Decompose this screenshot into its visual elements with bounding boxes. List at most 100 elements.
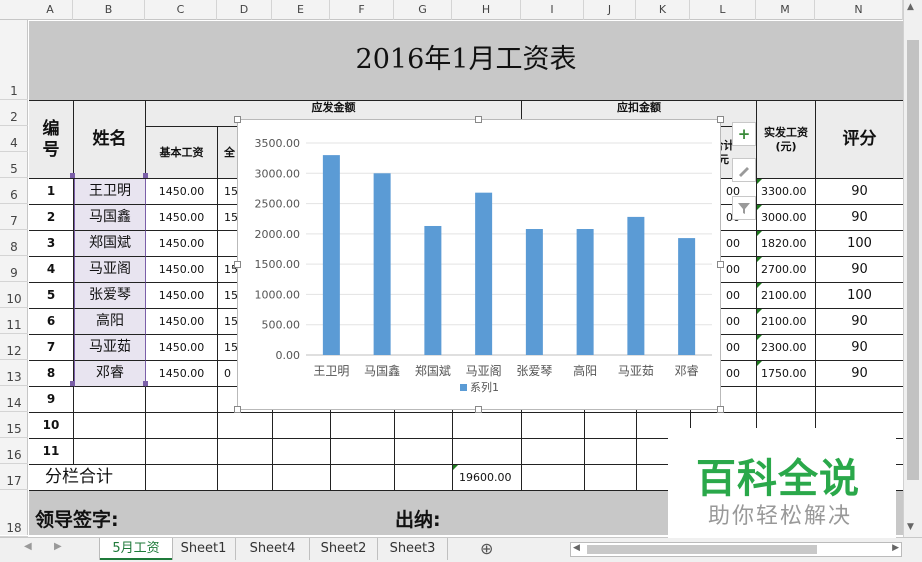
chart-resize-handle[interactable] [475, 406, 482, 413]
cell-base[interactable]: 1450.00 [146, 309, 218, 335]
cell-empty[interactable] [522, 439, 585, 465]
row-header-8[interactable]: 8 [0, 230, 28, 256]
cell-no[interactable]: 2 [29, 205, 74, 231]
column-header-c[interactable]: C [145, 0, 217, 20]
selection-handle[interactable] [143, 173, 148, 178]
sheet-tab-3[interactable]: Sheet2 [310, 538, 378, 560]
cell-empty[interactable] [218, 413, 273, 439]
cell-score[interactable]: 90 [816, 205, 903, 231]
cell-empty[interactable] [395, 465, 453, 491]
sheet-tab-4[interactable]: Sheet3 [378, 538, 448, 560]
bar[interactable] [525, 229, 543, 355]
sheet-tab-2[interactable]: Sheet4 [236, 538, 310, 560]
cell-net[interactable]: 1750.00 [757, 361, 816, 387]
selection-handle[interactable] [143, 381, 148, 386]
cell-empty[interactable] [453, 413, 522, 439]
header-name[interactable]: 姓名 [74, 101, 146, 179]
cell-base[interactable]: 1450.00 [146, 335, 218, 361]
column-header-i[interactable]: I [521, 0, 584, 20]
row-header-10[interactable]: 10 [0, 282, 28, 308]
cell-empty[interactable] [273, 465, 331, 491]
row-header-15[interactable]: 15 [0, 412, 28, 438]
header-base[interactable]: 基本工资 [146, 127, 218, 179]
row-header-17[interactable]: 17 [0, 464, 28, 490]
bar[interactable] [373, 173, 391, 355]
sheet-tab-1[interactable]: Sheet1 [172, 538, 236, 560]
cell-empty[interactable] [218, 465, 273, 491]
bar[interactable] [424, 225, 442, 355]
cell-net[interactable]: 2700.00 [757, 257, 816, 283]
cell-net[interactable]: 2100.00 [757, 309, 816, 335]
cell-empty[interactable] [146, 439, 218, 465]
column-header-j[interactable]: J [584, 0, 636, 20]
column-header-m[interactable]: M [756, 0, 815, 20]
row-header-13[interactable]: 13 [0, 360, 28, 386]
cell-empty[interactable] [331, 413, 395, 439]
cell-empty[interactable] [146, 465, 218, 491]
cell-empty[interactable] [585, 439, 637, 465]
cell-score[interactable]: 90 [816, 361, 903, 387]
cell-no[interactable]: 1 [29, 179, 74, 205]
row-header-9[interactable]: 9 [0, 256, 28, 282]
row-header-12[interactable]: 12 [0, 334, 28, 360]
cell-empty[interactable] [273, 439, 331, 465]
vertical-scrollbar[interactable]: ▲ ▼ [903, 0, 922, 537]
cell-name[interactable]: 张爱琴 [74, 283, 146, 309]
row-header-2[interactable]: 2 [0, 100, 28, 126]
chart-resize-handle[interactable] [717, 261, 724, 268]
chart-resize-handle[interactable] [234, 261, 241, 268]
cell-empty[interactable] [218, 439, 273, 465]
cell-base[interactable]: 1450.00 [146, 231, 218, 257]
column-header-e[interactable]: E [272, 0, 330, 20]
chart-resize-handle[interactable] [475, 116, 482, 123]
cell-empty[interactable] [522, 413, 585, 439]
cell-empty[interactable] [74, 387, 146, 413]
cell-base[interactable]: 1450.00 [146, 179, 218, 205]
header-net[interactable]: 实发工资 (元) [757, 101, 816, 179]
row-header-1[interactable]: 1 [0, 20, 28, 100]
column-header-d[interactable]: D [217, 0, 272, 20]
cell-no[interactable]: 11 [29, 439, 74, 465]
cell-net[interactable]: 2300.00 [757, 335, 816, 361]
selection-handle[interactable] [70, 173, 75, 178]
cell-score[interactable]: 90 [816, 179, 903, 205]
scroll-right-icon[interactable]: ▶ [892, 543, 899, 553]
bar[interactable] [475, 192, 493, 355]
cell-empty[interactable] [74, 439, 146, 465]
cell-empty[interactable] [816, 387, 903, 413]
bar[interactable] [678, 238, 696, 355]
column-header-h[interactable]: H [452, 0, 521, 20]
cell-score[interactable]: 90 [816, 309, 903, 335]
bar[interactable] [576, 229, 594, 355]
row-header-4[interactable]: 4 [0, 126, 28, 152]
cell-empty[interactable] [585, 465, 637, 491]
cell-empty[interactable] [395, 439, 453, 465]
chart-resize-handle[interactable] [717, 406, 724, 413]
column-header-g[interactable]: G [394, 0, 452, 20]
cell-name[interactable]: 邓睿 [74, 361, 146, 387]
cell-net[interactable]: 3000.00 [757, 205, 816, 231]
cell-empty[interactable] [74, 413, 146, 439]
cell-net[interactable]: 3300.00 [757, 179, 816, 205]
chart-style-button[interactable] [732, 158, 756, 182]
chart-resize-handle[interactable] [234, 406, 241, 413]
cell-no[interactable]: 9 [29, 387, 74, 413]
row-header-6[interactable]: 6 [0, 178, 28, 204]
cell-empty[interactable] [453, 439, 522, 465]
column-header-b[interactable]: B [73, 0, 145, 20]
subtotal-label[interactable]: 分栏合计 [29, 465, 146, 491]
cell-empty[interactable] [585, 413, 637, 439]
column-header-f[interactable]: F [330, 0, 394, 20]
row-header-11[interactable]: 11 [0, 308, 28, 334]
cell-no[interactable]: 10 [29, 413, 74, 439]
row-header-5[interactable]: 5 [0, 152, 28, 178]
cell-score[interactable]: 100 [816, 231, 903, 257]
cell-net[interactable]: 1820.00 [757, 231, 816, 257]
cell-empty[interactable] [273, 413, 331, 439]
cell-name[interactable]: 马亚阁 [74, 257, 146, 283]
cell-score[interactable]: 90 [816, 335, 903, 361]
scroll-left-icon[interactable]: ◀ [573, 543, 580, 553]
cell-empty[interactable] [146, 413, 218, 439]
cell-empty[interactable] [522, 465, 585, 491]
row-header-7[interactable]: 7 [0, 204, 28, 230]
